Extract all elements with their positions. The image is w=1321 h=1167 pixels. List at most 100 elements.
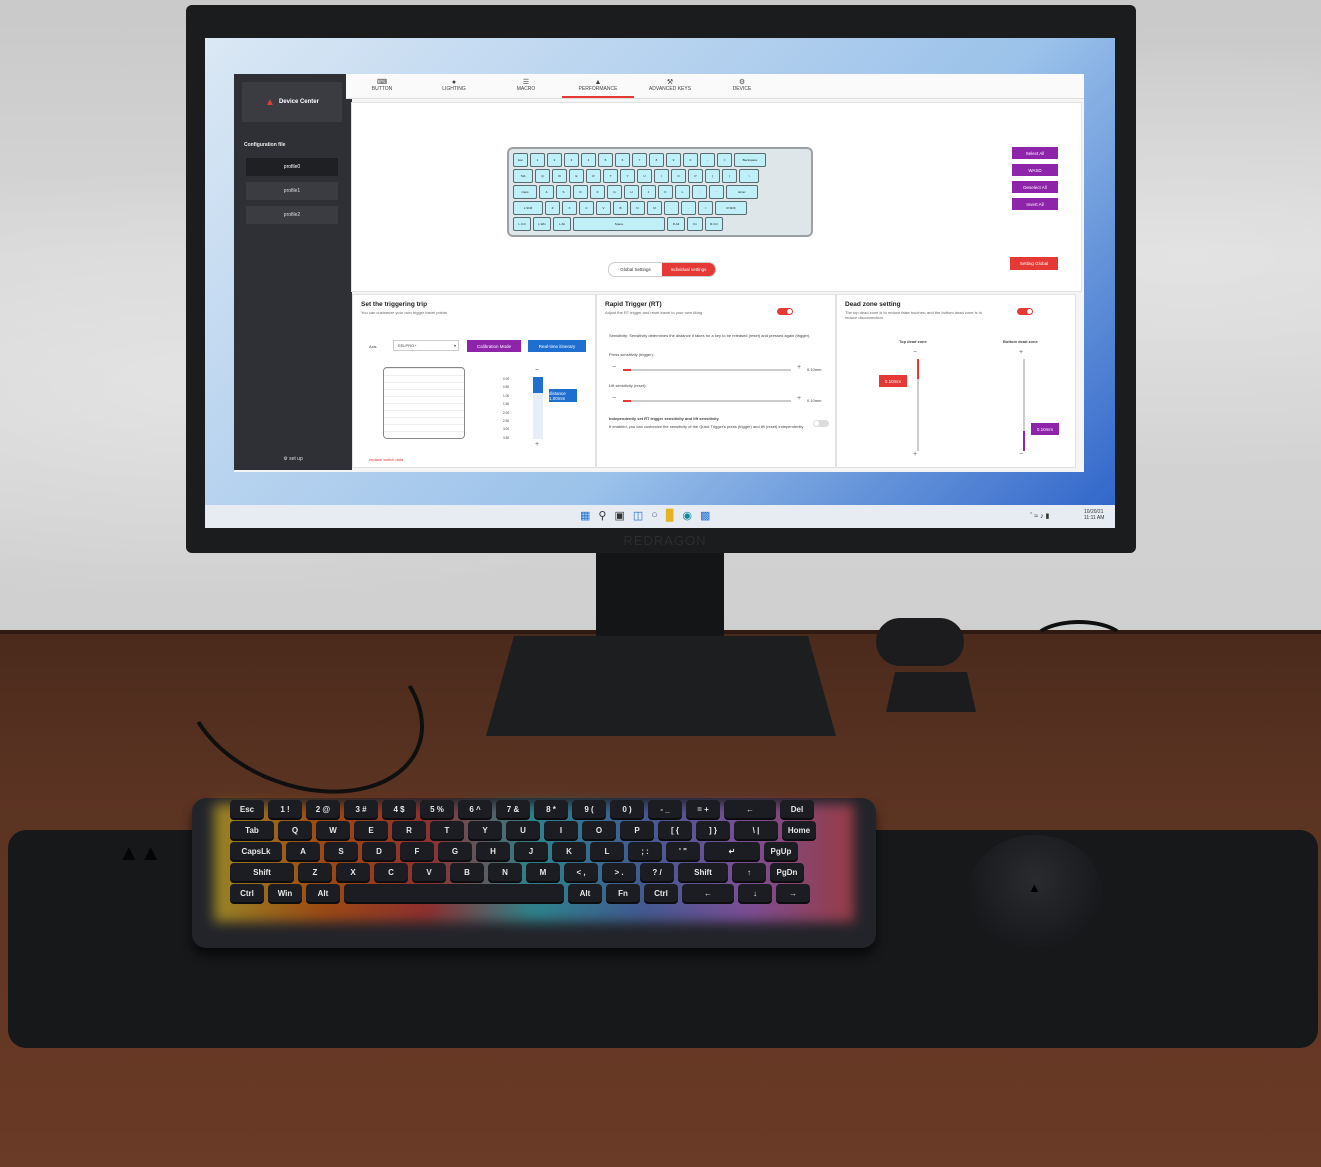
virtual-key[interactable]: C bbox=[579, 201, 594, 215]
physical-key[interactable]: F bbox=[400, 842, 434, 860]
physical-key[interactable]: L bbox=[590, 842, 624, 860]
virtual-key[interactable]: Enter bbox=[726, 185, 758, 199]
setting-global-button[interactable]: Setting Global bbox=[1010, 257, 1058, 270]
virtual-key[interactable]: Space bbox=[573, 217, 665, 231]
virtual-key[interactable]: / bbox=[698, 201, 713, 215]
folder-icon[interactable]: ▉ bbox=[666, 509, 674, 522]
virtual-key[interactable]: S bbox=[556, 185, 571, 199]
physical-key[interactable]: ↵ bbox=[704, 842, 760, 860]
taskbar-clock[interactable]: 10/20/21 11:11 AM bbox=[1084, 509, 1104, 521]
tab-performance[interactable]: ▲ PERFORMANCE bbox=[562, 74, 634, 98]
physical-key[interactable]: ; : bbox=[628, 842, 662, 860]
physical-key[interactable]: 7 & bbox=[496, 800, 530, 818]
independent-toggle[interactable] bbox=[813, 420, 829, 427]
physical-key[interactable]: [ { bbox=[658, 821, 692, 839]
setup-button[interactable]: ⚙ set up bbox=[234, 456, 352, 462]
physical-key[interactable]: = + bbox=[686, 800, 720, 818]
physical-key[interactable]: → bbox=[776, 884, 810, 902]
physical-key[interactable]: M bbox=[526, 863, 560, 881]
tab-button[interactable]: ⌨ BUTTON bbox=[346, 74, 418, 98]
store-icon[interactable]: ▩ bbox=[700, 509, 710, 522]
spacebar-key[interactable] bbox=[344, 884, 564, 902]
physical-key[interactable]: 0 ) bbox=[610, 800, 644, 818]
physical-key[interactable]: CapsLk bbox=[230, 842, 282, 860]
physical-key[interactable]: Home bbox=[782, 821, 816, 839]
virtual-key[interactable]: Esc bbox=[513, 153, 528, 167]
virtual-key[interactable]: Y bbox=[620, 169, 635, 183]
virtual-key[interactable]: 2 bbox=[547, 153, 562, 167]
virtual-key[interactable]: W bbox=[552, 169, 567, 183]
virtual-key[interactable]: Caps bbox=[513, 185, 537, 199]
press-slider[interactable] bbox=[623, 369, 791, 371]
physical-key[interactable]: < , bbox=[564, 863, 598, 881]
physical-key[interactable]: H bbox=[476, 842, 510, 860]
physical-key[interactable]: Tab bbox=[230, 821, 274, 839]
physical-key[interactable]: ← bbox=[682, 884, 734, 902]
virtual-key[interactable]: 8 bbox=[649, 153, 664, 167]
virtual-key[interactable]: 1 bbox=[530, 153, 545, 167]
physical-key[interactable]: 6 ^ bbox=[458, 800, 492, 818]
physical-key[interactable]: Ctrl bbox=[644, 884, 678, 902]
dz-toggle[interactable] bbox=[1017, 308, 1033, 315]
physical-key[interactable]: > . bbox=[602, 863, 636, 881]
tab-macro[interactable]: ☰ MACRO bbox=[490, 74, 562, 98]
wasd-button[interactable]: WASD bbox=[1012, 164, 1058, 176]
virtual-key[interactable]: \ bbox=[739, 169, 759, 183]
physical-key[interactable]: 3 # bbox=[344, 800, 378, 818]
physical-key[interactable]: Fn bbox=[606, 884, 640, 902]
physical-key[interactable]: W bbox=[316, 821, 350, 839]
physical-key[interactable]: C bbox=[374, 863, 408, 881]
physical-key[interactable]: Q bbox=[278, 821, 312, 839]
minus-icon[interactable]: − bbox=[535, 367, 539, 374]
virtual-key[interactable]: [ bbox=[705, 169, 720, 183]
physical-key[interactable]: S bbox=[324, 842, 358, 860]
axis-select[interactable]: EELPRO+ ▾ bbox=[393, 340, 459, 351]
physical-key[interactable]: Z bbox=[298, 863, 332, 881]
realtime-itinerary-button[interactable]: Real-time itinerary bbox=[528, 340, 586, 352]
virtual-key[interactable]: N bbox=[630, 201, 645, 215]
physical-key[interactable]: Esc bbox=[230, 800, 264, 818]
virtual-key[interactable]: 0 bbox=[683, 153, 698, 167]
physical-key[interactable]: \ | bbox=[734, 821, 778, 839]
virtual-key[interactable]: R.Ctrl bbox=[705, 217, 723, 231]
physical-key[interactable]: ] } bbox=[696, 821, 730, 839]
physical-key[interactable]: B bbox=[450, 863, 484, 881]
physical-key[interactable]: 2 @ bbox=[306, 800, 340, 818]
virtual-key[interactable]: L bbox=[675, 185, 690, 199]
virtual-key[interactable]: O bbox=[671, 169, 686, 183]
physical-key[interactable]: Del bbox=[780, 800, 814, 818]
virtual-key[interactable]: T bbox=[603, 169, 618, 183]
plus-icon[interactable]: + bbox=[1019, 349, 1023, 356]
edge-icon[interactable]: ◉ bbox=[682, 509, 692, 522]
virtual-key[interactable]: Q bbox=[535, 169, 550, 183]
virtual-key[interactable]: 5 bbox=[598, 153, 613, 167]
physical-key[interactable]: PgUp bbox=[764, 842, 798, 860]
top-dz-slider[interactable] bbox=[917, 359, 919, 451]
physical-key[interactable]: Win bbox=[268, 884, 302, 902]
minus-icon[interactable]: − bbox=[612, 364, 616, 371]
physical-key[interactable]: P bbox=[620, 821, 654, 839]
travel-bar[interactable] bbox=[533, 377, 543, 439]
profile-item-0[interactable]: profile0 bbox=[246, 158, 338, 176]
virtual-key[interactable]: L.Alt bbox=[553, 217, 571, 231]
profile-item-2[interactable]: profile2 bbox=[246, 206, 338, 224]
physical-key[interactable]: 8 * bbox=[534, 800, 568, 818]
physical-key[interactable]: ↓ bbox=[738, 884, 772, 902]
deselect-all-button[interactable]: Deselect All bbox=[1012, 181, 1058, 193]
plus-icon[interactable]: + bbox=[535, 441, 539, 448]
virtual-key[interactable]: J bbox=[641, 185, 656, 199]
minus-icon[interactable]: − bbox=[612, 395, 616, 402]
physical-key[interactable]: R bbox=[392, 821, 426, 839]
windows-icon[interactable]: ▦ bbox=[580, 509, 590, 522]
physical-key[interactable]: X bbox=[336, 863, 370, 881]
select-all-button[interactable]: Select All bbox=[1012, 147, 1058, 159]
physical-key[interactable]: U bbox=[506, 821, 540, 839]
physical-key[interactable]: PgDn bbox=[770, 863, 804, 881]
virtual-key[interactable]: E bbox=[569, 169, 584, 183]
physical-key[interactable]: K bbox=[552, 842, 586, 860]
virtual-key[interactable]: V bbox=[596, 201, 611, 215]
physical-key[interactable]: - _ bbox=[648, 800, 682, 818]
lift-slider[interactable] bbox=[623, 400, 791, 402]
physical-key[interactable]: V bbox=[412, 863, 446, 881]
virtual-key[interactable]: 7 bbox=[632, 153, 647, 167]
